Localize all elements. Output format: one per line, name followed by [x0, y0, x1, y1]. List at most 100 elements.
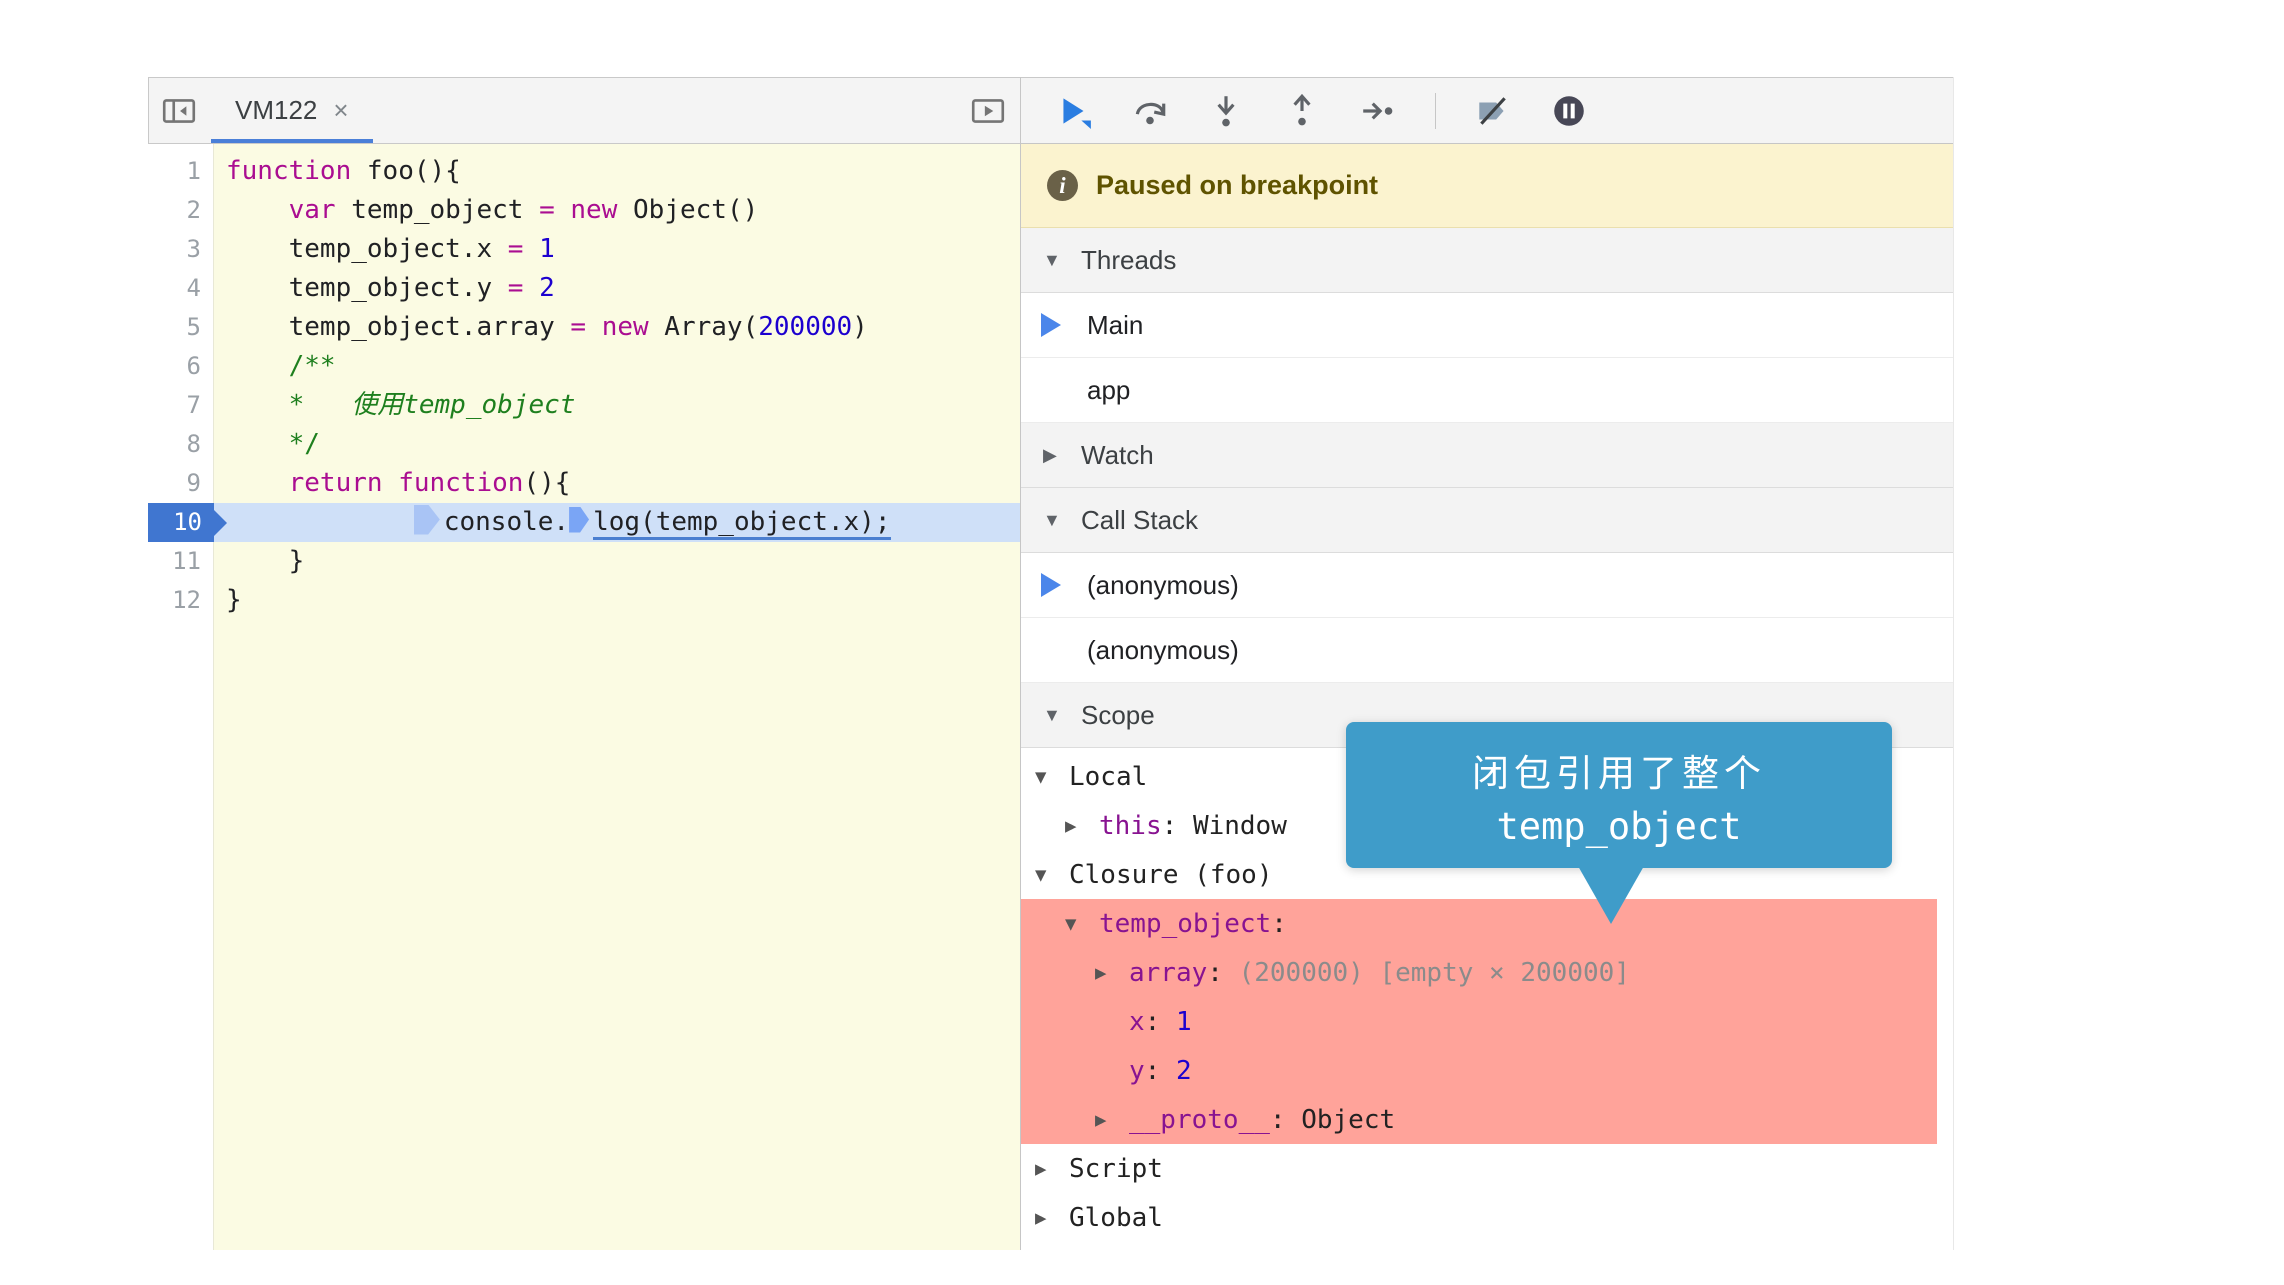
scope-value: Window — [1192, 810, 1287, 841]
scope-value: 1 — [1175, 1006, 1192, 1037]
code-line: 12} — [148, 581, 1020, 620]
step-out-icon[interactable] — [1283, 92, 1321, 130]
code-token: new — [570, 195, 618, 225]
current-thread-arrow-icon — [1041, 313, 1061, 337]
code-text: temp_object.x = 1 — [214, 230, 1020, 269]
call-stack-frame[interactable]: (anonymous) — [1021, 618, 1953, 683]
chevron-down-icon[interactable]: ▼ — [1035, 766, 1069, 788]
code-token: log(temp_object.x); — [593, 507, 891, 540]
chevron-right-icon[interactable]: ▶ — [1095, 962, 1129, 984]
code-text: */ — [214, 425, 1020, 464]
code-token: new — [601, 312, 649, 342]
section-label: Threads — [1081, 244, 1177, 275]
line-number[interactable]: 7 — [148, 386, 214, 425]
scope-name: this — [1099, 810, 1162, 841]
chevron-right-icon[interactable]: ▶ — [1065, 815, 1099, 837]
code-token: function — [398, 468, 524, 498]
line-number[interactable]: 2 — [148, 191, 214, 230]
gutter[interactable] — [148, 620, 214, 1250]
chevron-right-icon[interactable]: ▶ — [1035, 1158, 1069, 1180]
scope-row[interactable]: ▶ __proto__: Object — [1021, 1095, 1937, 1144]
scope-row[interactable]: ▼ temp_object: — [1021, 899, 1937, 948]
line-number[interactable]: 1 — [148, 152, 214, 191]
line-number[interactable]: 11 — [148, 542, 214, 581]
code-text: } — [214, 581, 1020, 620]
section-watch[interactable]: ▶ Watch — [1021, 423, 1953, 488]
code-area[interactable] — [214, 620, 1020, 1250]
active-tab-underline — [211, 139, 373, 143]
scope-name: Global — [1069, 1202, 1163, 1233]
separator: : — [1144, 1055, 1176, 1086]
chevron-right-icon[interactable]: ▶ — [1035, 1207, 1069, 1229]
separator: : — [1271, 908, 1287, 939]
code-token: = — [507, 234, 524, 264]
code-text: /** — [214, 347, 1020, 386]
tab-vm122[interactable]: VM122 × — [211, 78, 373, 143]
thread-row-app[interactable]: app — [1021, 358, 1953, 423]
code-token: function — [226, 156, 352, 186]
editor-panel: VM122 × 1 function foo(){2 var temp_objec… — [148, 77, 1020, 1250]
line-number[interactable]: 5 — [148, 308, 214, 347]
section-call-stack[interactable]: ▼ Call Stack — [1021, 488, 1953, 553]
chevron-right-icon[interactable]: ▶ — [1095, 1109, 1129, 1131]
tab-title: VM122 — [235, 95, 318, 125]
line-number[interactable]: 4 — [148, 269, 214, 308]
open-preview-icon[interactable] — [966, 89, 1010, 133]
line-number[interactable]: 10 — [148, 503, 227, 542]
code-token: temp_object.array — [226, 312, 571, 342]
step-icon[interactable] — [1359, 92, 1397, 130]
line-number[interactable]: 6 — [148, 347, 214, 386]
code-token: 1 — [539, 234, 555, 264]
inline-step-marker-icon[interactable] — [569, 506, 590, 533]
line-number[interactable]: 3 — [148, 230, 214, 269]
pause-on-exceptions-icon[interactable] — [1550, 92, 1588, 130]
code-text: temp_object.array = new Array(200000) — [214, 308, 1020, 347]
devtools-sources-panel: VM122 × 1 function foo(){2 var temp_objec… — [148, 77, 1954, 1250]
code-token: var — [288, 195, 336, 225]
toolbar-divider — [1435, 92, 1436, 129]
resume-icon[interactable] — [1055, 92, 1093, 130]
line-number[interactable]: 9 — [148, 464, 214, 503]
separator: : — [1144, 1006, 1176, 1037]
code-token: temp_object — [335, 195, 540, 225]
navigator-toggle-icon[interactable] — [157, 89, 201, 133]
scope-row[interactable]: ▶ Script — [1021, 1144, 1953, 1193]
debugger-sidebar: Paused on breakpoint ▼ Threads Main app … — [1020, 77, 1954, 1250]
scope-name: temp_object — [1099, 908, 1272, 939]
code-line: 5 temp_object.array = new Array(200000) — [148, 308, 1020, 347]
editor-body: 1 function foo(){2 var temp_object = new … — [148, 144, 1020, 1250]
step-over-icon[interactable] — [1131, 92, 1169, 130]
code-text: temp_object.y = 2 — [214, 269, 1020, 308]
code-token: } — [226, 546, 305, 576]
code-lines: 1 function foo(){2 var temp_object = new … — [148, 144, 1020, 1250]
chevron-down-icon[interactable]: ▼ — [1065, 913, 1099, 935]
call-stack-frame[interactable]: (anonymous) — [1021, 553, 1953, 618]
thread-row-main[interactable]: Main — [1021, 293, 1953, 358]
code-text: console. log(temp_object.x); — [214, 503, 1020, 542]
tab-close-icon[interactable]: × — [333, 95, 348, 126]
deactivate-breakpoints-icon[interactable] — [1474, 92, 1512, 130]
code-text: function foo(){ — [214, 152, 1020, 191]
line-number[interactable]: 12 — [148, 581, 214, 620]
scope-name: Closure (foo) — [1069, 859, 1273, 890]
code-token: Object() — [617, 195, 759, 225]
scope-name: Script — [1069, 1153, 1163, 1184]
step-into-icon[interactable] — [1207, 92, 1245, 130]
scope-row[interactable]: x: 1 — [1021, 997, 1937, 1046]
chevron-down-icon[interactable]: ▼ — [1035, 864, 1069, 886]
scope-row[interactable]: y: 2 — [1021, 1046, 1937, 1095]
code-line: 4 temp_object.y = 2 — [148, 269, 1020, 308]
scope-name: __proto__ — [1129, 1104, 1270, 1135]
scope-row[interactable]: ▶ array: (200000) [empty × 200000] — [1021, 948, 1937, 997]
scope-row[interactable]: ▶ Global — [1021, 1193, 1953, 1242]
separator: : — [1161, 810, 1193, 841]
section-threads[interactable]: ▼ Threads — [1021, 228, 1953, 293]
inline-step-marker-icon[interactable] — [413, 504, 440, 535]
line-number[interactable]: 8 — [148, 425, 214, 464]
section-label: Scope — [1081, 699, 1155, 730]
